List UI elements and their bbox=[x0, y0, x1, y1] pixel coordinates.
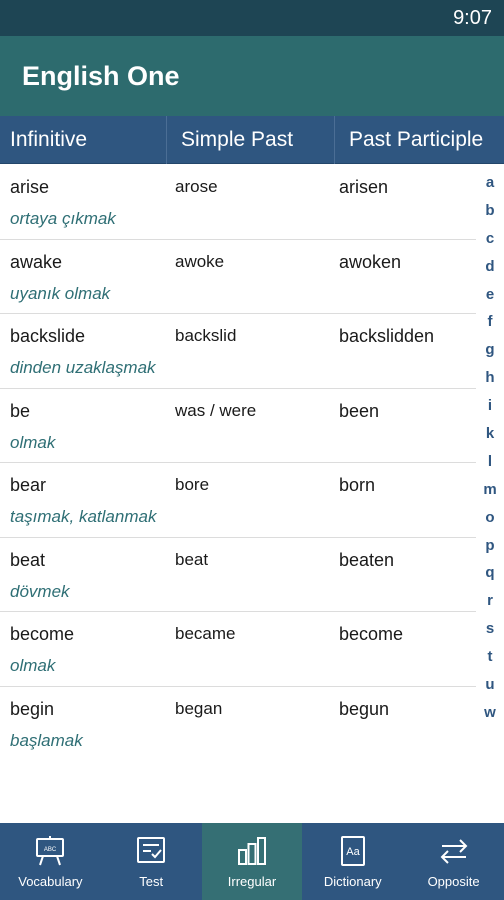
app-title: English One bbox=[22, 60, 180, 91]
verb-row[interactable]: be was / were been olmak bbox=[0, 389, 476, 463]
nav-vocabulary[interactable]: ABC Vocabulary bbox=[0, 823, 101, 900]
translation: olmak bbox=[10, 432, 56, 452]
nav-opposite[interactable]: Opposite bbox=[403, 823, 504, 900]
nav-label: Opposite bbox=[427, 874, 480, 889]
past-participle: been bbox=[339, 400, 380, 421]
simple-past: became bbox=[175, 624, 236, 643]
nav-label: Test bbox=[139, 874, 164, 889]
past-participle: awoken bbox=[339, 251, 402, 272]
svg-text:Aa: Aa bbox=[346, 846, 360, 858]
translation: olmak bbox=[10, 656, 56, 675]
alpha-letter[interactable]: w bbox=[484, 705, 496, 720]
infinitive: bear bbox=[10, 475, 47, 495]
verb-row[interactable]: arise arose arisen ortaya çıkmak bbox=[0, 165, 476, 240]
infinitive: backslide bbox=[10, 326, 86, 346]
alpha-letter[interactable]: f bbox=[488, 314, 493, 329]
infinitive: beat bbox=[10, 549, 46, 570]
nav-dictionary[interactable]: Aa Dictionary bbox=[302, 823, 403, 900]
simple-past: was / were bbox=[175, 400, 257, 420]
alpha-letter[interactable]: s bbox=[486, 621, 494, 636]
past-participle: arisen bbox=[339, 177, 389, 197]
simple-past: began bbox=[175, 698, 223, 718]
alphabet-index[interactable]: a b c d e f g h i k l m o p q r s t u w bbox=[476, 175, 504, 720]
nav-label: Irregular bbox=[227, 874, 277, 889]
alpha-letter[interactable]: h bbox=[485, 370, 494, 385]
nav-test[interactable]: Test bbox=[101, 823, 202, 900]
verb-row[interactable]: awake awoke awoken uyanık olmak bbox=[0, 240, 476, 314]
nav-label: Dictionary bbox=[323, 874, 382, 889]
translation: ortaya çıkmak bbox=[10, 209, 116, 228]
simple-past: backslid bbox=[175, 326, 237, 345]
column-infinitive: Infinitive bbox=[0, 116, 167, 164]
past-participle: begun bbox=[339, 698, 390, 719]
simple-past: awoke bbox=[175, 251, 225, 271]
translation: uyanık olmak bbox=[10, 283, 111, 303]
infinitive: begin bbox=[10, 698, 55, 719]
infinitive: arise bbox=[10, 177, 50, 197]
simple-past: arose bbox=[175, 177, 218, 196]
bar-chart-icon bbox=[237, 837, 266, 865]
translation: dinden uzaklaşmak bbox=[10, 358, 156, 377]
status-time: 9:07 bbox=[453, 6, 492, 29]
alpha-letter[interactable]: b bbox=[485, 203, 494, 218]
alpha-letter[interactable]: i bbox=[488, 398, 492, 413]
simple-past: beat bbox=[175, 549, 209, 569]
past-participle: become bbox=[339, 624, 404, 644]
alpha-letter[interactable]: r bbox=[487, 593, 493, 608]
verb-row[interactable]: beat beat beaten dövmek bbox=[0, 538, 476, 612]
alpha-letter[interactable]: g bbox=[485, 342, 494, 357]
alpha-letter[interactable]: k bbox=[486, 426, 494, 441]
alpha-letter[interactable]: e bbox=[486, 287, 494, 302]
past-participle: born bbox=[339, 475, 376, 495]
alpha-letter[interactable]: p bbox=[485, 538, 494, 553]
infinitive: be bbox=[10, 400, 31, 421]
verb-row[interactable]: begin began begun başlamak bbox=[0, 687, 476, 762]
vocabulary-board-icon: ABC bbox=[36, 836, 65, 866]
column-header: Infinitive Simple Past Past Participle bbox=[0, 116, 504, 164]
translation: taşımak, katlanmak bbox=[10, 507, 157, 526]
alpha-letter[interactable]: o bbox=[485, 510, 494, 525]
alpha-letter[interactable]: u bbox=[485, 677, 494, 692]
verb-row[interactable]: bear bore born taşımak, katlanmak bbox=[0, 463, 476, 538]
past-participle: beaten bbox=[339, 549, 395, 570]
infinitive: awake bbox=[10, 251, 63, 272]
alpha-letter[interactable]: a bbox=[486, 175, 494, 190]
verb-row[interactable]: become became become olmak bbox=[0, 612, 476, 687]
alpha-letter[interactable]: t bbox=[488, 649, 493, 664]
alpha-letter[interactable]: d bbox=[485, 259, 494, 274]
alpha-letter[interactable]: l bbox=[488, 454, 492, 469]
infinitive: become bbox=[10, 624, 75, 644]
alpha-letter[interactable]: c bbox=[486, 231, 494, 246]
column-simple-past: Simple Past bbox=[167, 116, 335, 164]
translation: dövmek bbox=[10, 581, 70, 601]
nav-irregular[interactable]: Irregular bbox=[201, 823, 303, 900]
bottom-nav: ABC Vocabulary Test Irregular Aa Diction… bbox=[0, 823, 504, 900]
alpha-letter[interactable]: m bbox=[483, 482, 496, 497]
swap-arrows-icon bbox=[440, 839, 467, 864]
status-bar: 9:07 bbox=[0, 0, 504, 36]
simple-past: bore bbox=[175, 475, 210, 494]
verb-row[interactable]: backslide backslid backslidden dinden uz… bbox=[0, 314, 476, 389]
nav-label: Vocabulary bbox=[18, 874, 83, 889]
svg-text:ABC: ABC bbox=[44, 847, 57, 853]
alpha-letter[interactable]: q bbox=[485, 565, 494, 580]
column-past-participle: Past Participle bbox=[349, 128, 484, 151]
verb-list[interactable]: arise arose arisen ortaya çıkmak awake a… bbox=[0, 165, 476, 823]
dictionary-book-icon: Aa bbox=[340, 836, 365, 866]
test-checklist-icon bbox=[137, 837, 166, 863]
past-participle: backslidden bbox=[339, 326, 435, 346]
app-bar: English One bbox=[0, 36, 504, 116]
translation: başlamak bbox=[10, 730, 83, 750]
